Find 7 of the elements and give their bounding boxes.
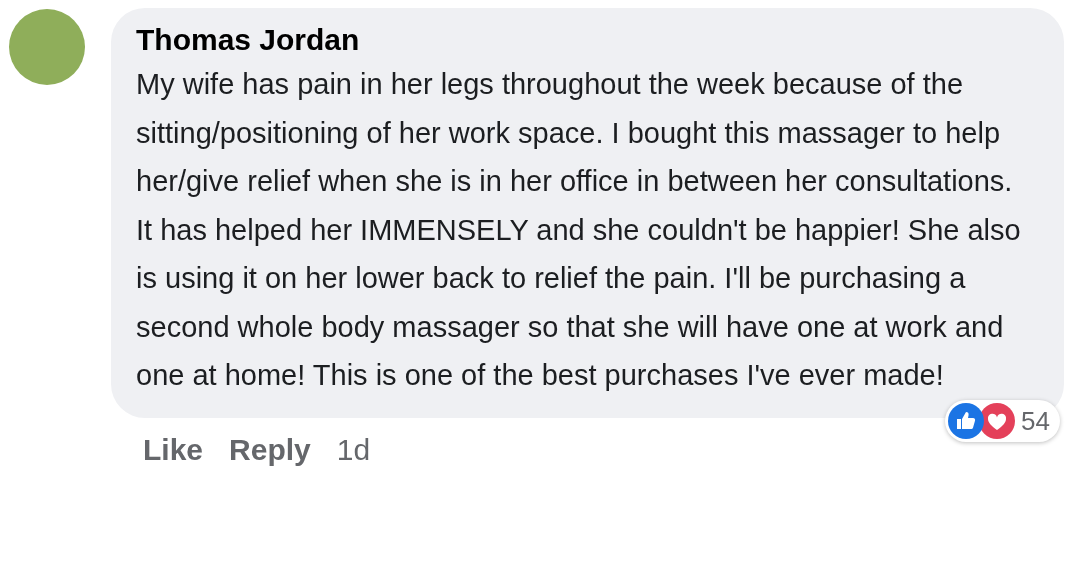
- timestamp[interactable]: 1d: [336, 429, 371, 470]
- reactions-badge[interactable]: 54: [945, 399, 1060, 442]
- action-link[interactable]: Like: [143, 429, 204, 470]
- action-link[interactable]: Reply: [229, 429, 311, 470]
- reaction-count: 54: [1021, 404, 1050, 437]
- comment-text: My wife has pain in her legs throughout the week because of the sitting/positioning of her work space. I bought this massager to help her/give relief when she is in her office in between her consultations. It has helped her IMMENSELY and she couldn't be happier! She also is using it on her lower back to relief the pain. I'll be purchasing a second whole body massager so that she will have one at work and one at home! This is one of the best purchases I've ever made!: [136, 67, 1022, 393]
- author-name[interactable]: Thomas Jordan: [136, 22, 360, 58]
